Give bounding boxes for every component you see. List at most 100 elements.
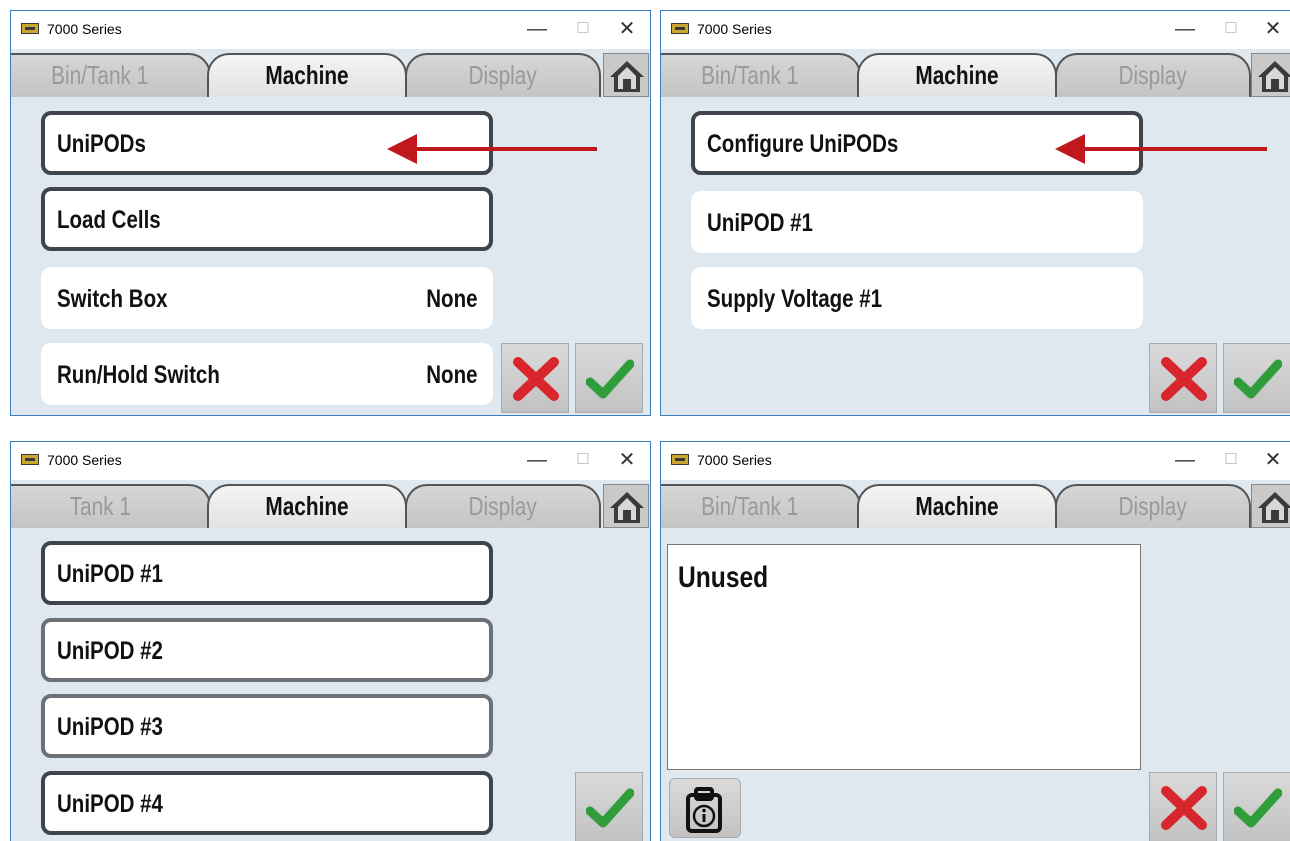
item-value: None [425, 285, 477, 313]
cancel-button[interactable] [501, 343, 569, 413]
tab-label: Machine [265, 491, 349, 521]
text-entry-value: Unused [678, 561, 769, 594]
home-button[interactable] [1251, 484, 1290, 528]
title-bar: 7000 Series — ☐ ✕ [661, 11, 1290, 49]
menu-item-unipods[interactable]: UniPODs [41, 111, 493, 175]
red-x-icon [1161, 357, 1207, 401]
tab-machine[interactable]: Machine [207, 53, 407, 97]
annotation-arrow [387, 134, 597, 164]
tab-label: Tank 1 [69, 491, 131, 521]
home-icon [610, 61, 644, 92]
title-bar: 7000 Series — ☐ ✕ [11, 442, 650, 480]
tab-bin-tank[interactable]: Bin/Tank 1 [661, 484, 861, 528]
tab-label: Machine [265, 60, 349, 90]
tab-label: Display [468, 60, 538, 90]
menu-item-unipod-2[interactable]: UniPOD #2 [41, 618, 493, 682]
green-check-icon [586, 359, 634, 399]
info-button[interactable] [669, 778, 741, 838]
minimize-button[interactable]: — [522, 15, 552, 43]
tab-bar: Bin/Tank 1 Machine Display [661, 49, 1290, 97]
tab-bin-tank[interactable]: Bin/Tank 1 [11, 53, 211, 97]
app-window-main-menu: 7000 Series — ☐ ✕ Bin/Tank 1 Machine Dis… [10, 10, 651, 416]
minimize-button[interactable]: — [1170, 15, 1200, 43]
cancel-button[interactable] [1149, 772, 1217, 841]
tab-machine[interactable]: Machine [857, 484, 1057, 528]
home-icon [610, 492, 644, 523]
tab-label: Machine [915, 491, 999, 521]
item-label: UniPOD #3 [57, 713, 163, 741]
tab-label: Display [468, 491, 538, 521]
tab-machine[interactable]: Machine [857, 53, 1057, 97]
app-window-unipod-text: 7000 Series — ☐ ✕ Bin/Tank 1 Machine Dis… [660, 441, 1290, 841]
close-button[interactable]: ✕ [1258, 446, 1288, 474]
tab-machine[interactable]: Machine [207, 484, 407, 528]
accept-button[interactable] [1223, 772, 1290, 841]
app-icon [671, 454, 689, 465]
tab-label: Display [1118, 60, 1188, 90]
tab-bar: Bin/Tank 1 Machine Display [11, 49, 650, 97]
tab-bar: Bin/Tank 1 Machine Display [661, 480, 1290, 528]
tab-display[interactable]: Display [1055, 53, 1251, 97]
home-icon [1258, 61, 1290, 92]
item-label: Supply Voltage #1 [707, 285, 883, 313]
maximize-button[interactable]: ☐ [568, 15, 598, 43]
accept-button[interactable] [1223, 343, 1290, 413]
maximize-button[interactable]: ☐ [1216, 15, 1246, 43]
tab-tank[interactable]: Tank 1 [11, 484, 211, 528]
tab-bar: Tank 1 Machine Display [11, 480, 650, 528]
item-label: UniPOD #1 [707, 209, 813, 237]
tab-label: Display [1118, 491, 1188, 521]
cancel-button[interactable] [1149, 343, 1217, 413]
maximize-button[interactable]: ☐ [1216, 446, 1246, 474]
tab-display[interactable]: Display [405, 53, 601, 97]
accept-button[interactable] [575, 772, 643, 841]
accept-button[interactable] [575, 343, 643, 413]
tab-label: Machine [915, 60, 999, 90]
item-value: None [425, 361, 477, 389]
minimize-button[interactable]: — [522, 446, 552, 474]
app-icon [671, 23, 689, 34]
maximize-button[interactable]: ☐ [568, 446, 598, 474]
item-label: Load Cells [57, 206, 161, 234]
window-title: 7000 Series [697, 21, 772, 37]
tab-label: Bin/Tank 1 [701, 60, 799, 90]
item-label: UniPOD #1 [57, 560, 163, 588]
clipboard-info-icon [686, 787, 722, 833]
menu-item-unipod-1[interactable]: UniPOD #1 [41, 541, 493, 605]
home-button[interactable] [603, 484, 649, 528]
menu-item-unipod-4[interactable]: UniPOD #4 [41, 771, 493, 835]
home-icon [1258, 492, 1290, 523]
tab-bin-tank[interactable]: Bin/Tank 1 [661, 53, 861, 97]
tab-label: Bin/Tank 1 [701, 491, 799, 521]
tab-display[interactable]: Display [1055, 484, 1251, 528]
green-check-icon [1234, 359, 1282, 399]
app-icon [21, 454, 39, 465]
menu-item-run-hold-switch[interactable]: Run/Hold Switch None [41, 343, 493, 405]
title-bar: 7000 Series — ☐ ✕ [661, 442, 1290, 480]
green-check-icon [586, 788, 634, 828]
window-title: 7000 Series [47, 21, 122, 37]
close-button[interactable]: ✕ [612, 446, 642, 474]
minimize-button[interactable]: — [1170, 446, 1200, 474]
item-label: Run/Hold Switch [57, 361, 220, 389]
text-entry-field[interactable]: Unused [667, 544, 1141, 770]
red-x-icon [1161, 786, 1207, 830]
app-window-unipods-config: 7000 Series — ☐ ✕ Bin/Tank 1 Machine Dis… [660, 10, 1290, 416]
green-check-icon [1234, 788, 1282, 828]
menu-item-load-cells[interactable]: Load Cells [41, 187, 493, 251]
item-label: Configure UniPODs [707, 130, 899, 158]
title-bar: 7000 Series — ☐ ✕ [11, 11, 650, 49]
tab-display[interactable]: Display [405, 484, 601, 528]
red-x-icon [513, 357, 559, 401]
close-button[interactable]: ✕ [612, 15, 642, 43]
tab-label: Bin/Tank 1 [51, 60, 149, 90]
menu-item-unipod-3[interactable]: UniPOD #3 [41, 694, 493, 758]
close-button[interactable]: ✕ [1258, 15, 1288, 43]
app-window-unipod-list: 7000 Series — ☐ ✕ Tank 1 Machine Display… [10, 441, 651, 841]
menu-item-switch-box[interactable]: Switch Box None [41, 267, 493, 329]
app-icon [21, 23, 39, 34]
home-button[interactable] [603, 53, 649, 97]
menu-item-supply-voltage-1[interactable]: Supply Voltage #1 [691, 267, 1143, 329]
home-button[interactable] [1251, 53, 1290, 97]
menu-item-unipod-1[interactable]: UniPOD #1 [691, 191, 1143, 253]
